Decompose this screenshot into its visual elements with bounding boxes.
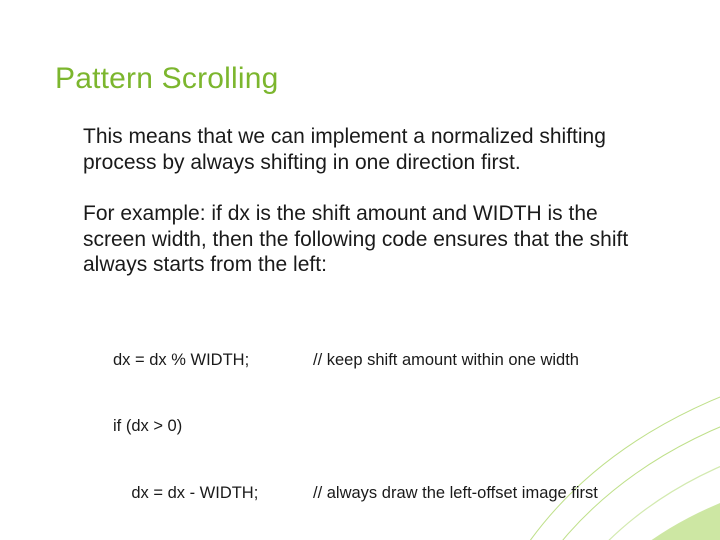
code-line-1: dx = dx % WIDTH; // keep shift amount wi… xyxy=(113,349,660,371)
code-line-2: if (dx > 0) xyxy=(113,415,660,437)
slide-body: This means that we can implement a norma… xyxy=(55,124,670,540)
code-comment: // keep shift amount within one width xyxy=(313,349,660,371)
code-text: dx = dx - WIDTH; xyxy=(113,482,313,504)
code-comment xyxy=(313,415,660,437)
paragraph-2: For example: if dx is the shift amount a… xyxy=(83,201,660,278)
code-text: if (dx > 0) xyxy=(113,415,313,437)
code-text: dx = dx % WIDTH; xyxy=(113,349,313,371)
code-block: dx = dx % WIDTH; // keep shift amount wi… xyxy=(83,304,660,540)
code-line-3: dx = dx - WIDTH; // always draw the left… xyxy=(113,482,660,504)
slide-container: Pattern Scrolling This means that we can… xyxy=(0,0,720,540)
code-comment: // always draw the left-offset image fir… xyxy=(313,482,660,504)
slide-title: Pattern Scrolling xyxy=(55,62,670,96)
paragraph-1: This means that we can implement a norma… xyxy=(83,124,660,175)
